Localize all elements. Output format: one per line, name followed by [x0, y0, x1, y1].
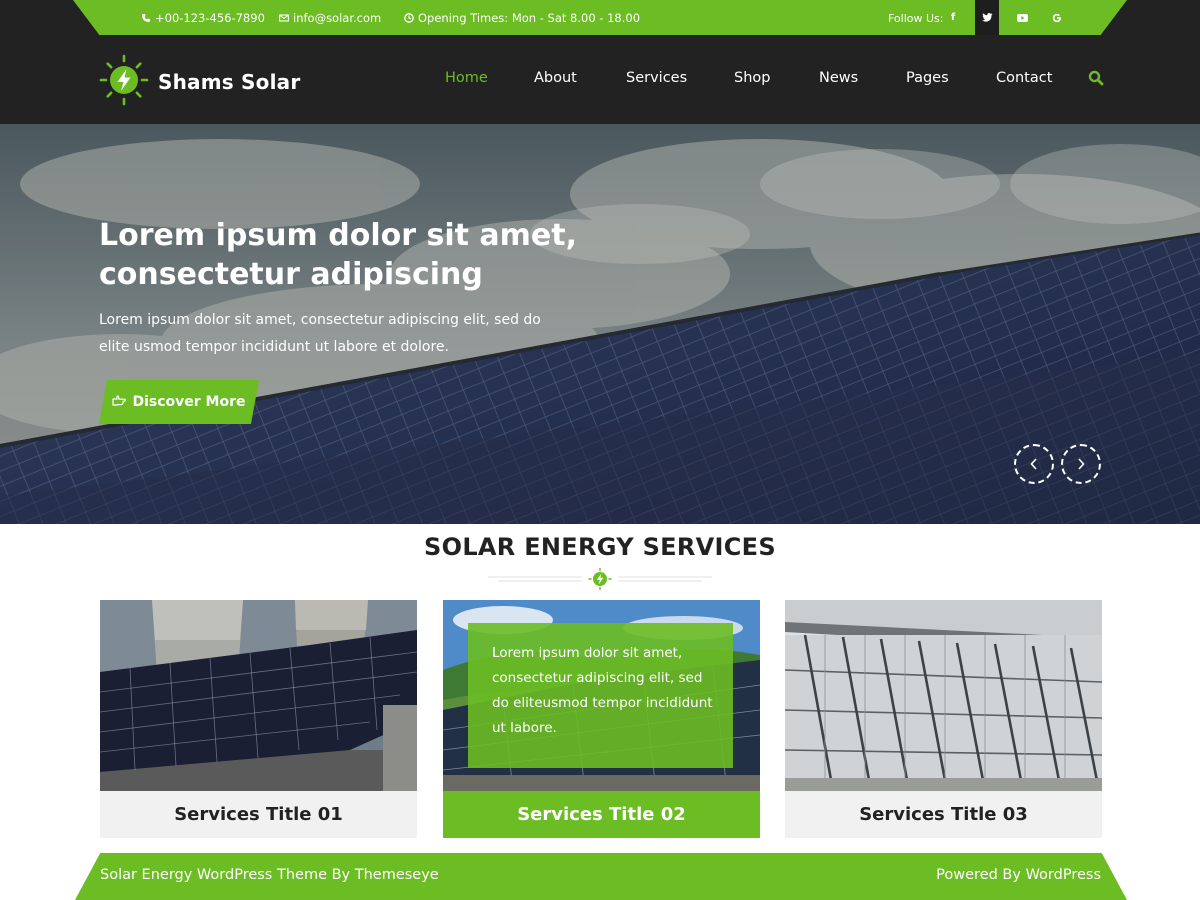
site-footer: Solar Energy WordPress Theme By Themesey… — [75, 853, 1127, 900]
footer-powered-by[interactable]: Powered By WordPress — [936, 867, 1101, 883]
solar-bolt-icon — [588, 567, 612, 591]
google-icon[interactable] — [1045, 0, 1069, 35]
service-card-3[interactable]: Services Title 03 — [785, 600, 1102, 838]
envelope-icon — [279, 13, 289, 23]
twitter-icon[interactable] — [975, 0, 999, 35]
service-card-2-title: Services Title 02 — [443, 791, 760, 838]
nav-about[interactable]: About — [534, 70, 577, 86]
service-card-2-overlay-text: Lorem ipsum dolor sit amet, consectetur … — [468, 623, 733, 768]
nav-services[interactable]: Services — [626, 70, 687, 86]
footer-credit[interactable]: Solar Energy WordPress Theme By Themesey… — [100, 867, 439, 883]
site-header: +00-123-456-7890 info@solar.com Opening … — [0, 0, 1200, 124]
site-name: Shams Solar — [158, 70, 301, 94]
slider-prev-button[interactable] — [1014, 444, 1054, 484]
nav-contact[interactable]: Contact — [996, 70, 1052, 86]
email-contact[interactable]: info@solar.com — [279, 11, 381, 25]
discover-more-label: Discover More — [132, 394, 246, 410]
services-heading: SOLAR ENERGY SERVICES — [424, 533, 776, 561]
service-card-1[interactable]: Services Title 01 — [100, 600, 417, 838]
solar-bolt-logo-icon — [99, 54, 149, 110]
service-card-1-image — [100, 600, 417, 791]
phone-number: +00-123-456-7890 — [155, 11, 265, 25]
phone-contact[interactable]: +00-123-456-7890 — [141, 11, 265, 25]
chevron-right-icon — [1077, 455, 1085, 474]
hero-slider: Lorem ipsum dolor sit amet, consectetur … — [0, 124, 1200, 524]
email-address: info@solar.com — [293, 11, 382, 25]
hero-description: Lorem ipsum dolor sit amet, consectetur … — [99, 312, 541, 355]
chevron-left-icon — [1030, 455, 1038, 474]
slider-next-button[interactable] — [1061, 444, 1101, 484]
phone-icon — [141, 13, 151, 23]
youtube-icon[interactable] — [1010, 0, 1034, 35]
search-icon[interactable] — [1088, 70, 1104, 86]
clock-icon — [404, 13, 414, 23]
facebook-icon[interactable]: f — [941, 0, 965, 35]
nav-news[interactable]: News — [819, 70, 858, 86]
hero-title: Lorem ipsum dolor sit amet, consectetur … — [99, 218, 577, 292]
service-card-1-title: Services Title 01 — [100, 791, 417, 838]
site-logo[interactable]: Shams Solar — [99, 54, 300, 110]
service-card-2[interactable]: Lorem ipsum dolor sit amet, consectetur … — [443, 600, 760, 838]
nav-shop[interactable]: Shop — [734, 70, 770, 86]
service-card-3-image — [785, 600, 1102, 791]
heading-divider — [488, 567, 712, 591]
nav-pages[interactable]: Pages — [906, 70, 949, 86]
follow-us-label: Follow Us: — [888, 12, 944, 25]
discover-more-button[interactable]: Discover More — [99, 380, 259, 424]
page: +00-123-456-7890 info@solar.com Opening … — [0, 0, 1200, 900]
nav-home[interactable]: Home — [445, 70, 488, 86]
opening-times-text: Opening Times: Mon - Sat 8.00 - 18.00 — [418, 11, 641, 25]
hand-pointer-icon — [112, 394, 126, 410]
opening-times: Opening Times: Mon - Sat 8.00 - 18.00 — [404, 11, 640, 25]
top-bar: +00-123-456-7890 info@solar.com Opening … — [73, 0, 1127, 35]
service-card-3-title: Services Title 03 — [785, 791, 1102, 838]
